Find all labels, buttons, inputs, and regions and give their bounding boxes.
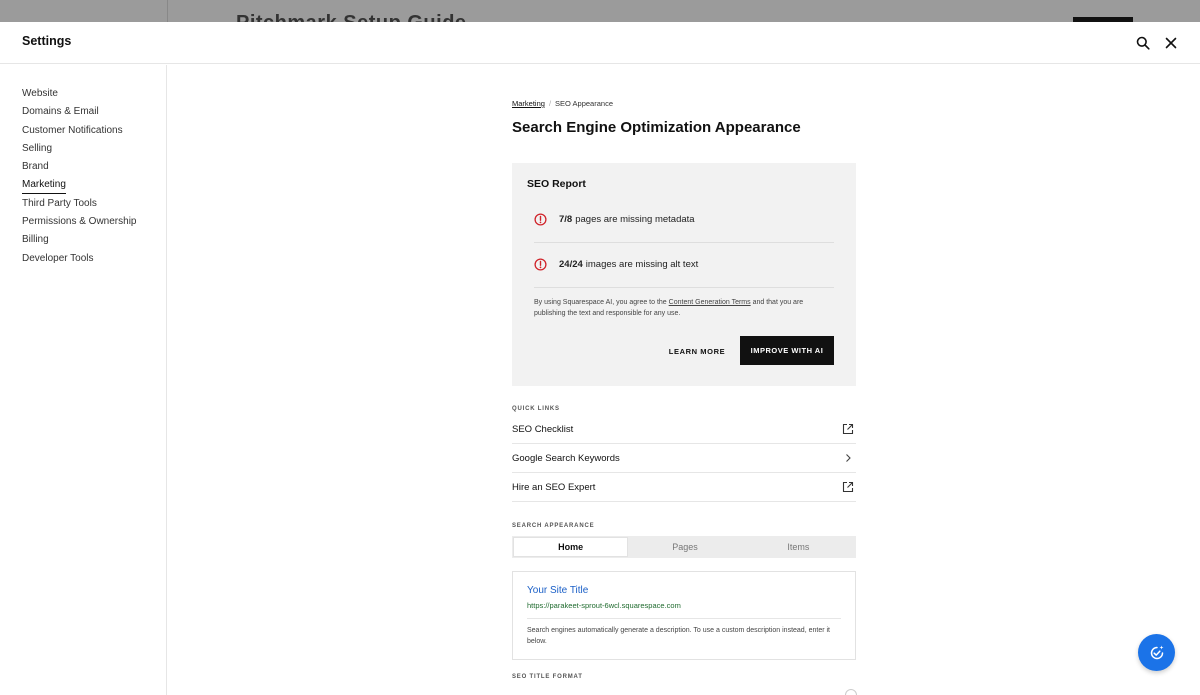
sidebar-item-label: Customer Notifications [22, 124, 123, 136]
content-generation-terms-link[interactable]: Content Generation Terms [669, 299, 751, 306]
quick-links-label: QUICK LINKS [512, 406, 560, 412]
sidebar-item-brand[interactable]: Brand [22, 160, 166, 178]
search-icon [1136, 36, 1150, 50]
issue-text: images are missing alt text [585, 258, 699, 270]
ai-disclaimer: By using Squarespace AI, you agree to th… [534, 298, 834, 319]
info-icon [845, 689, 857, 695]
preview-description: Search engines automatically generate a … [527, 627, 830, 645]
warning-icon [534, 212, 547, 226]
sidebar-item-label: Selling [22, 142, 53, 154]
learn-more-button[interactable]: LEARN MORE [662, 337, 732, 365]
tab-items[interactable]: Items [742, 537, 855, 557]
tab-pages[interactable]: Pages [628, 537, 741, 557]
settings-sidebar: Website Domains & Email Customer Notific… [0, 65, 167, 695]
search-result-preview: Your Site Title https://parakeet-sprout-… [512, 571, 856, 660]
sidebar-item-label: Permissions & Ownership [22, 216, 137, 228]
seo-issue-metadata: 7/8 pages are missing metadata [534, 209, 834, 229]
quick-link-label: SEO Checklist [512, 423, 574, 435]
background-editor: Pitchmark Setup Guide [0, 0, 1200, 22]
sidebar-item-billing[interactable]: Billing [22, 233, 166, 251]
warning-icon [534, 257, 547, 271]
page-title: Search Engine Optimization Appearance [512, 119, 801, 136]
sidebar-item-label: Third Party Tools [22, 197, 97, 209]
seo-report-card: SEO Report 7/8 pages are missing metadat… [512, 163, 856, 386]
quick-link-label: Google Search Keywords [512, 452, 620, 464]
assistant-fab-button[interactable] [1138, 634, 1175, 671]
issue-text: pages are missing metadata [575, 213, 695, 225]
sidebar-item-third-party-tools[interactable]: Third Party Tools [22, 197, 166, 215]
quick-link-google-search-keywords[interactable]: Google Search Keywords [512, 444, 856, 473]
breadcrumb-separator: / [548, 99, 552, 108]
external-link-icon [841, 422, 855, 436]
sparkle-check-icon [1150, 645, 1163, 659]
sidebar-item-label: Marketing [22, 178, 66, 195]
tab-home[interactable]: Home [513, 537, 629, 557]
close-icon [1165, 37, 1177, 49]
settings-header: Settings [0, 22, 1200, 64]
seo-report-title: SEO Report [527, 178, 586, 190]
sidebar-item-website[interactable]: Website [22, 87, 166, 105]
seo-issue-alt-text: 24/24 images are missing alt text [534, 254, 834, 274]
sidebar-item-domains-email[interactable]: Domains & Email [22, 105, 166, 123]
sidebar-item-customer-notifications[interactable]: Customer Notifications [22, 124, 166, 142]
report-divider [534, 287, 834, 288]
quick-link-hire-seo-expert[interactable]: Hire an SEO Expert [512, 473, 856, 502]
sidebar-item-permissions-ownership[interactable]: Permissions & Ownership [22, 215, 166, 233]
search-button[interactable] [1134, 34, 1152, 52]
sidebar-item-label: Billing [22, 234, 49, 246]
preview-divider [527, 618, 841, 619]
sidebar-item-label: Website [22, 88, 58, 99]
close-button[interactable] [1162, 34, 1180, 52]
breadcrumb: Marketing / SEO Appearance [512, 99, 613, 108]
sidebar-item-label: Developer Tools [22, 252, 94, 264]
sidebar-item-label: Brand [22, 161, 49, 173]
breadcrumb-current: SEO Appearance [555, 99, 613, 108]
preview-site-title: Your Site Title [527, 585, 589, 596]
sidebar-item-developer-tools[interactable]: Developer Tools [22, 252, 166, 270]
sidebar-item-selling[interactable]: Selling [22, 142, 166, 160]
breadcrumb-marketing-link[interactable]: Marketing [512, 99, 545, 108]
issue-count: 24/24 [559, 258, 583, 270]
search-appearance-label: SEARCH APPEARANCE [512, 523, 595, 529]
quick-link-label: Hire an SEO Expert [512, 481, 596, 493]
search-appearance-tabs: Home Pages Items [512, 536, 856, 558]
improve-with-ai-button[interactable]: IMPROVE WITH AI [740, 336, 834, 365]
sidebar-item-label: Domains & Email [22, 106, 99, 118]
external-link-icon [841, 480, 855, 494]
preview-site-url: https://parakeet-sprout-6wcl.squarespace… [527, 601, 681, 610]
issue-count: 7/8 [559, 213, 573, 225]
background-divider [167, 0, 168, 22]
chevron-right-icon [841, 451, 855, 465]
report-divider [534, 242, 834, 243]
settings-title: Settings [22, 34, 72, 48]
seo-title-format-label: SEO TITLE FORMAT [512, 674, 583, 680]
disclaimer-text: By using Squarespace AI, you agree to th… [534, 299, 669, 306]
background-page-title: Pitchmark Setup Guide [236, 12, 467, 22]
sidebar-item-marketing[interactable]: Marketing [22, 178, 166, 196]
quick-link-seo-checklist[interactable]: SEO Checklist [512, 415, 856, 444]
